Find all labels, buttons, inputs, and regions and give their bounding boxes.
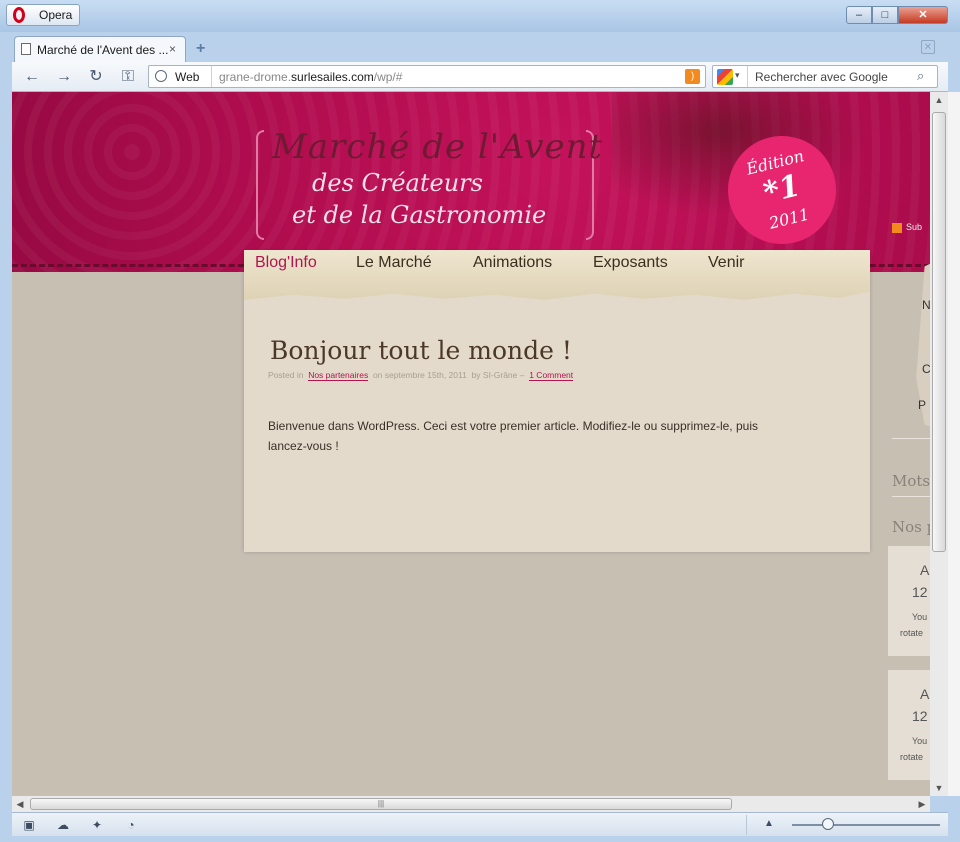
rss-small-icon	[892, 222, 902, 233]
google-icon[interactable]	[717, 69, 733, 85]
globe-icon	[155, 70, 167, 82]
opera-logo-icon	[13, 7, 25, 23]
scroll-left-arrow-icon[interactable]: ◀	[12, 796, 28, 812]
site-header: Marché de l'Avent des Créateurs et de la…	[12, 92, 930, 272]
title-bar: Opera ‒ □ ✕	[0, 0, 960, 32]
scroll-down-arrow-icon[interactable]: ▼	[930, 780, 948, 796]
subscribe-link[interactable]: Sub	[892, 222, 922, 233]
minimize-button[interactable]: ‒	[846, 6, 872, 24]
opera-link-icon[interactable]: ✦	[90, 818, 104, 832]
address-mode-label: Web	[175, 70, 200, 84]
tab-close-icon[interactable]: ×	[169, 42, 176, 56]
box1-you: You	[912, 612, 928, 622]
zoom-slider-handle[interactable]	[822, 818, 834, 830]
meta-date: on septembre 15th, 2011	[372, 370, 467, 380]
post-title[interactable]: Bonjour tout le monde !	[270, 336, 572, 365]
meta-posted-in: Posted in	[268, 370, 304, 380]
box1-a: A	[920, 562, 930, 578]
tab-marche-avent[interactable]: Marché de l'Avent des ... ×	[14, 36, 186, 62]
close-window-button[interactable]: ✕	[898, 6, 948, 24]
box1-number: 12	[912, 584, 928, 600]
post-body: Bienvenue dans WordPress. Ceci est votre…	[268, 419, 758, 453]
url-path: /wp/#	[373, 70, 403, 84]
search-divider	[747, 66, 748, 87]
opera-menu-button[interactable]: Opera	[6, 4, 80, 26]
opera-unite-icon[interactable]: ☁	[56, 818, 70, 832]
logo-line-3: et de la Gastronomie	[292, 201, 547, 229]
subscribe-label: Sub	[906, 222, 923, 232]
search-box[interactable]: ▾ Rechercher avec Google ⌕	[712, 65, 938, 88]
background-window-edge	[948, 92, 960, 796]
sidebar-box-1[interactable]: A 12 You rotate	[888, 546, 930, 656]
browser-window: Opera ‒ □ ✕ Marché de l'Avent des ... × …	[0, 0, 960, 842]
sidebar-title-mots: Mots	[892, 472, 930, 490]
menu-blog-info[interactable]: Blog'Info	[255, 254, 317, 272]
tab-strip: Marché de l'Avent des ... × + ✕	[0, 32, 960, 62]
forward-arrow-icon[interactable]: →	[54, 67, 74, 87]
post-meta: Posted in Nos partenaires on septembre 1…	[268, 370, 574, 381]
menu-animations[interactable]: Animations	[473, 254, 552, 272]
search-placeholder[interactable]: Rechercher avec Google	[755, 70, 888, 84]
opera-menu-label: Opera	[39, 8, 73, 22]
box2-number: 12	[912, 708, 928, 724]
menu-exposants[interactable]: Exposants	[593, 254, 668, 272]
vertical-scrollbar[interactable]: ▲ ▼	[930, 92, 948, 796]
menu-venir[interactable]: Venir	[708, 254, 744, 272]
rss-feed-icon[interactable]: )	[685, 69, 700, 84]
address-bar[interactable]: Web grane-drome.surlesailes.com/wp/# )	[148, 65, 706, 88]
sidebar-card-letter-2: C	[922, 362, 930, 376]
page-viewport: Marché de l'Avent des Créateurs et de la…	[12, 92, 930, 796]
search-engine-dropdown-icon[interactable]: ▾	[735, 70, 740, 81]
sidebar-divider-1	[892, 438, 930, 439]
page-icon	[21, 43, 31, 55]
url-text[interactable]: grane-drome.surlesailes.com/wp/#	[219, 70, 402, 84]
status-divider	[746, 815, 747, 835]
horizontal-scroll-thumb[interactable]: |||	[30, 798, 732, 810]
box2-you: You	[912, 736, 928, 746]
navigation-bar: ← → ↻ ⚿ Web grane-drome.surlesailes.com/…	[12, 62, 948, 92]
sidebar-box-2[interactable]: A 12 You rotate	[888, 670, 930, 780]
panel-toggle-icon[interactable]: ▣	[22, 818, 36, 832]
meta-category-link[interactable]: Nos partenaires	[308, 370, 369, 381]
menu-paper-strip	[244, 250, 870, 300]
vertical-scroll-thumb[interactable]	[932, 112, 946, 552]
sidebar-title-nos: Nos p	[892, 518, 930, 536]
scroll-right-arrow-icon[interactable]: ▶	[914, 796, 930, 812]
sidebar-divider-2	[892, 496, 930, 497]
meta-comments-link[interactable]: 1 Comment	[529, 370, 574, 381]
scroll-up-arrow-icon[interactable]: ▲	[930, 92, 948, 108]
opera-turbo-icon[interactable]: ◔	[124, 818, 138, 832]
maximize-button[interactable]: □	[872, 6, 898, 24]
box2-rotate: rotate	[900, 752, 924, 762]
trash-icon[interactable]: ✕	[921, 40, 935, 54]
reload-icon[interactable]: ↻	[86, 67, 106, 87]
search-magnifier-icon[interactable]: ⌕	[917, 68, 924, 84]
url-domain: surlesailes.com	[291, 70, 374, 84]
status-bar: ▣ ☁ ✦ ◔ ▲	[12, 812, 948, 836]
menu-le-marche[interactable]: Le Marché	[356, 254, 432, 272]
sidebar-card-letter-3: P	[918, 398, 927, 412]
tab-title: Marché de l'Avent des ...	[37, 43, 169, 57]
back-arrow-icon[interactable]: ←	[22, 67, 42, 87]
key-icon[interactable]: ⚿	[118, 67, 138, 87]
new-tab-plus-icon[interactable]: +	[196, 41, 205, 57]
logo-line-2: des Créateurs	[312, 169, 483, 197]
url-prefix: grane-drome.	[219, 70, 292, 84]
site-logo[interactable]: Marché de l'Avent des Créateurs et de la…	[262, 127, 602, 242]
sidebar: N C P Mots Nos p A 12 You rotate A 12 Yo…	[888, 252, 930, 796]
sidebar-card-letter-1: N	[922, 298, 930, 312]
box1-rotate: rotate	[900, 628, 924, 638]
horizontal-scrollbar[interactable]: ◀ ||| ▶	[12, 796, 930, 812]
address-divider	[211, 66, 212, 87]
logo-line-1: Marché de l'Avent	[272, 127, 604, 167]
meta-author: by SI-Grâne –	[471, 370, 525, 380]
zoom-slider-track[interactable]	[792, 824, 940, 826]
zoom-menu-arrow-icon[interactable]: ▲	[764, 818, 774, 829]
box2-a: A	[920, 686, 930, 702]
